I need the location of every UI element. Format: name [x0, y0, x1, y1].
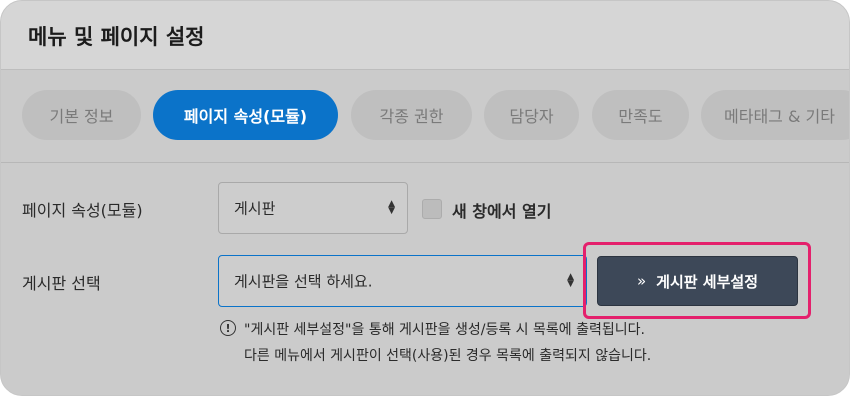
title-bar: 메뉴 및 페이지 설정 [1, 1, 849, 70]
tab-permissions[interactable]: 각종 권한 [351, 90, 472, 140]
select-arrows-icon: ▲ ▼ [388, 199, 395, 216]
form-area: 페이지 속성(모듈) 게시판 ▲ ▼ 새 창에서 열기 게시판 선택 게시판을 선… [1, 163, 849, 395]
info-icon: ! [220, 320, 236, 336]
note-line-2: 다른 메뉴에서 게시판이 선택(사용)된 경우 목록에 출력되지 않습니다. [244, 348, 652, 364]
tab-bar: 기본 정보 페이지 속성(모듈) 각종 권한 담당자 만족도 메타태그 & 기타 [1, 70, 849, 163]
tab-satisfaction[interactable]: 만족도 [592, 90, 689, 140]
note-line-1: "게시판 세부설정"을 통해 게시판을 생성/등록 시 목록에 출력됩니다. [244, 322, 645, 338]
settings-panel: 메뉴 및 페이지 설정 기본 정보 페이지 속성(모듈) 각종 권한 담당자 만… [0, 0, 850, 396]
highlight-box [583, 242, 811, 319]
page-attr-label: 페이지 속성(모듈) [22, 201, 143, 220]
page-title: 메뉴 및 페이지 설정 [28, 25, 205, 49]
tab-basic-info[interactable]: 기본 정보 [22, 90, 141, 140]
tab-meta-tags[interactable]: 메타태그 & 기타 [701, 90, 849, 140]
new-window-checkbox[interactable] [422, 199, 442, 219]
new-window-label: 새 창에서 열기 [452, 202, 552, 221]
tab-page-attributes[interactable]: 페이지 속성(모듈) [153, 90, 338, 140]
board-select-value: 게시판을 선택 하세요. [234, 272, 373, 291]
board-select[interactable]: 게시판을 선택 하세요. ▲ ▼ [218, 255, 587, 307]
board-select-label: 게시판 선택 [22, 274, 101, 293]
select-arrows-icon: ▲ ▼ [567, 272, 574, 289]
page-attr-select[interactable]: 게시판 ▲ ▼ [218, 182, 408, 234]
tab-managers[interactable]: 담당자 [484, 90, 579, 140]
page-attr-select-value: 게시판 [234, 199, 276, 218]
